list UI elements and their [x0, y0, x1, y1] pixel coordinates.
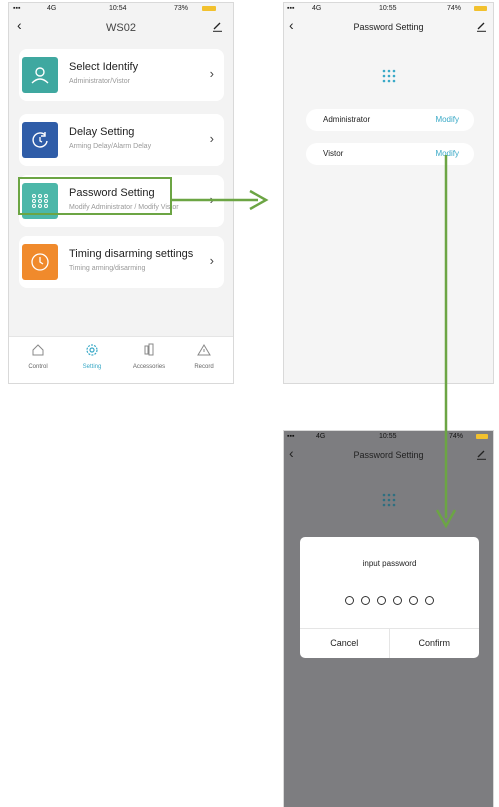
carrier-label: 4G — [312, 5, 322, 12]
tab-accessories[interactable]: Accessories — [124, 343, 174, 370]
vistor-row: Vistor Modify — [306, 143, 474, 165]
timing-disarming-card[interactable]: Timing disarming settings Timing arming/… — [19, 236, 224, 288]
nav-bar: ‹ WS02 — [9, 15, 233, 41]
card-title: Delay Setting — [69, 126, 135, 138]
annotation-highlight-box — [18, 177, 172, 215]
card-title: Select Identify — [69, 61, 139, 73]
page-title: WS02 — [106, 22, 136, 34]
dialog-actions: Cancel Confirm — [300, 628, 479, 658]
chevron-right-icon: › — [209, 192, 214, 207]
carrier-label: 4G — [316, 433, 326, 440]
keypad-icon — [382, 69, 396, 83]
digit-slot — [425, 596, 434, 605]
confirm-button[interactable]: Confirm — [390, 629, 480, 658]
tab-control[interactable]: Control — [13, 343, 63, 370]
tab-label: Control — [28, 364, 48, 370]
gear-icon — [86, 344, 98, 356]
page-title: Password Setting — [353, 22, 424, 32]
user-icon — [22, 57, 58, 93]
clock-icon — [22, 244, 58, 280]
chevron-right-icon: › — [209, 253, 214, 268]
digit-slot — [409, 596, 418, 605]
tab-label: Setting — [82, 364, 102, 370]
chevron-right-icon: › — [209, 66, 214, 81]
password-dialog: input password Cancel Confirm — [300, 537, 479, 658]
carrier-label: 4G — [47, 5, 57, 12]
digit-slot — [361, 596, 370, 605]
battery-percent: 74% — [449, 433, 464, 440]
home-icon — [32, 344, 44, 356]
row-label: Vistor — [323, 149, 344, 158]
card-title: Timing disarming settings — [69, 248, 194, 260]
battery-percent: 74% — [447, 5, 462, 12]
status-time: 10:55 — [379, 5, 397, 12]
signal-icon: ▪▪▪ — [287, 433, 295, 440]
nav-bar: ‹ Password Setting — [284, 15, 493, 41]
sensor-icon — [144, 343, 154, 356]
tab-record[interactable]: Record — [179, 343, 229, 370]
phone-screen-input-password: ▪▪▪ 4G 10:55 74% ‹ Password Setting inpu… — [283, 430, 494, 807]
battery-icon — [202, 6, 216, 11]
warning-icon — [197, 344, 211, 356]
edit-icon[interactable] — [476, 19, 487, 35]
delay-setting-card[interactable]: Delay Setting Arming Delay/Alarm Delay › — [19, 114, 224, 166]
status-bar: ▪▪▪ 4G 10:55 74% — [284, 431, 493, 443]
phone-screen-password-setting: ▪▪▪ 4G 10:55 74% ‹ Password Setting Admi… — [283, 2, 494, 384]
keypad-icon — [382, 493, 396, 507]
battery-percent: 73% — [174, 5, 189, 12]
administrator-row: Administrator Modify — [306, 109, 474, 131]
timer-icon — [22, 122, 58, 158]
digit-slot — [393, 596, 402, 605]
status-bar: ▪▪▪ 4G 10:54 73% — [9, 3, 233, 15]
row-label: Administrator — [323, 115, 371, 124]
tab-bar: Control Setting Accessories Record — [9, 336, 233, 383]
status-time: 10:54 — [109, 5, 127, 12]
dialog-title: input password — [362, 559, 417, 568]
page-title: Password Setting — [353, 450, 424, 460]
nav-bar: ‹ Password Setting — [284, 443, 493, 469]
signal-icon: ▪▪▪ — [13, 5, 21, 12]
tab-setting[interactable]: Setting — [67, 343, 117, 370]
tab-label: Record — [194, 364, 214, 370]
tab-label: Accessories — [132, 364, 166, 370]
digit-slot — [377, 596, 386, 605]
battery-icon — [476, 434, 488, 439]
chevron-right-icon: › — [209, 131, 214, 146]
select-identify-card[interactable]: Select Identify Administrator/Vistor › — [19, 49, 224, 101]
card-subtitle: Arming Delay/Alarm Delay — [69, 143, 152, 150]
modify-vistor-button[interactable]: Modify — [435, 149, 459, 158]
edit-icon[interactable] — [476, 447, 487, 463]
digit-slot — [345, 596, 354, 605]
modify-administrator-button[interactable]: Modify — [435, 115, 459, 124]
card-subtitle: Administrator/Vistor — [69, 78, 130, 85]
status-bar: ▪▪▪ 4G 10:55 74% — [284, 3, 493, 15]
status-time: 10:55 — [379, 433, 397, 440]
battery-icon — [474, 6, 487, 11]
password-digit-input[interactable] — [300, 592, 479, 610]
card-subtitle: Timing arming/disarming — [69, 265, 146, 272]
cancel-button[interactable]: Cancel — [300, 629, 390, 658]
edit-icon[interactable] — [212, 19, 223, 35]
signal-icon: ▪▪▪ — [287, 5, 295, 12]
